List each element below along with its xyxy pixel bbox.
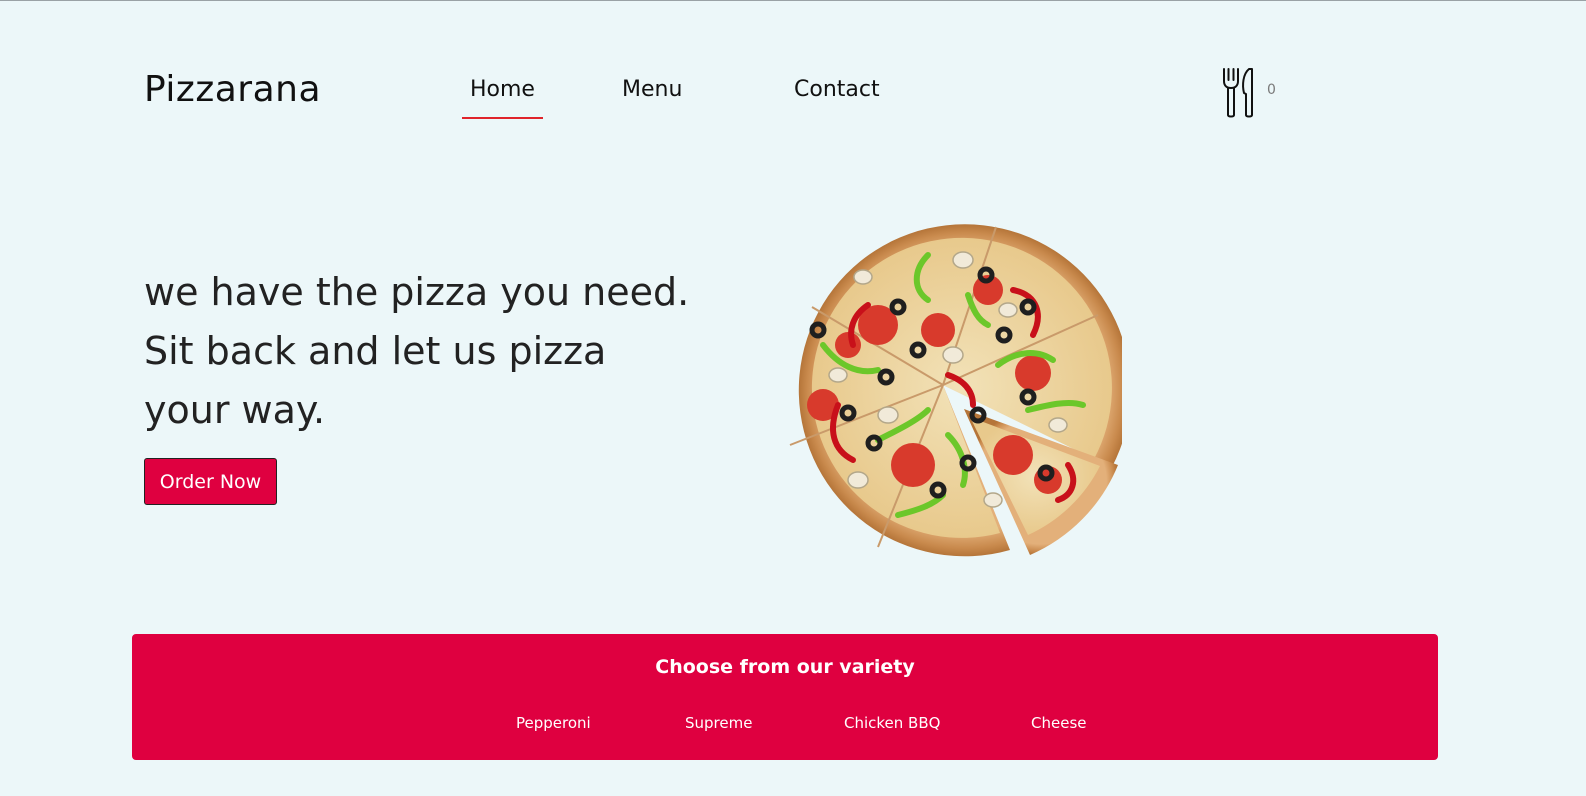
cart-button[interactable]: 0 (1222, 67, 1280, 119)
variety-section: Choose from our variety Pepperoni Suprem… (132, 634, 1438, 760)
variety-item-cheese[interactable]: Cheese (1031, 714, 1086, 732)
pizza-image (778, 215, 1131, 559)
hero-line: we have the pizza you need. (144, 270, 690, 314)
nav-link-home[interactable]: Home (470, 77, 535, 102)
hero-line: your way. (144, 388, 326, 432)
variety-item-pepperoni[interactable]: Pepperoni (516, 714, 591, 732)
cart-count: 0 (1267, 82, 1276, 98)
nav-link-contact[interactable]: Contact (794, 77, 880, 102)
hero-headline: we have the pizza you need. Sit back and… (144, 263, 704, 440)
main-nav: Home Menu Contact (0, 1, 1586, 121)
hero-line: Sit back and let us pizza (144, 329, 607, 373)
variety-item-supreme[interactable]: Supreme (685, 714, 752, 732)
order-now-button[interactable]: Order Now (144, 458, 277, 505)
variety-item-chicken-bbq[interactable]: Chicken BBQ (844, 714, 940, 732)
nav-link-menu[interactable]: Menu (622, 77, 682, 102)
variety-title: Choose from our variety (655, 656, 915, 678)
active-nav-indicator (462, 117, 543, 119)
